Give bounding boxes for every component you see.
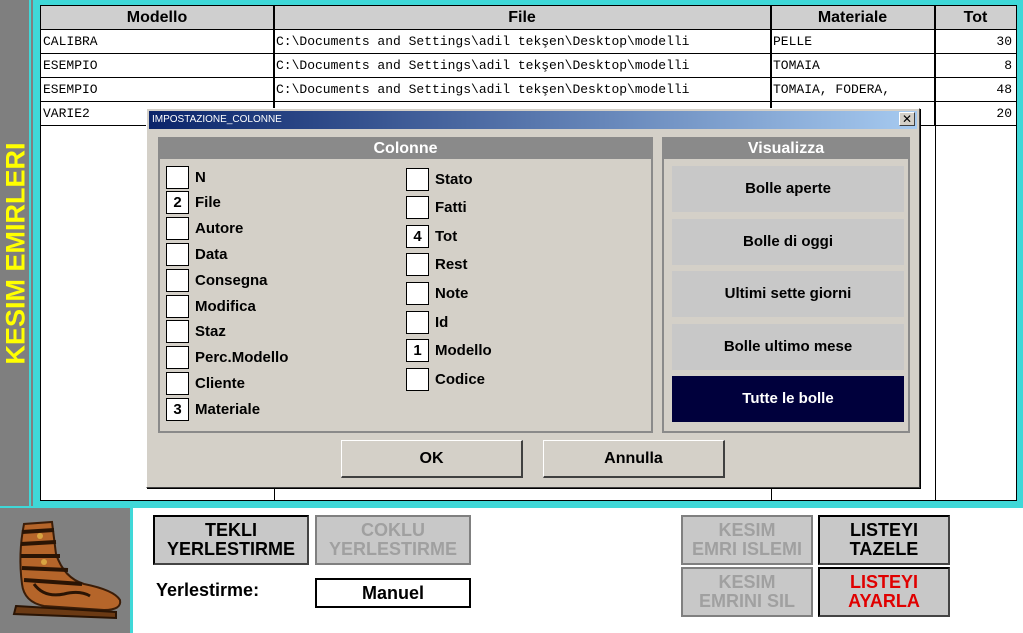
column-option-stato[interactable]: Stato [406,167,473,191]
column-option-cliente[interactable]: Cliente [166,371,245,395]
column-option-staz[interactable]: Staz [166,320,226,344]
column-option-label: Id [435,313,449,331]
column-option-autore[interactable]: Autore [166,217,243,241]
column-option-label: Cliente [195,374,246,392]
view-option-button[interactable]: Bolle aperte [672,166,904,212]
dialog-title-bar: IMPOSTAZIONE_COLONNE [149,111,917,129]
table-cell[interactable]: CALIBRA [41,30,274,54]
table-cell[interactable]: 20 [935,102,1016,126]
column-option-consegna[interactable]: Consegna [166,268,268,292]
column-option-label: Perc.Modello [195,349,289,367]
sandal-icon [12,520,122,620]
column-option-codice[interactable]: Codice [406,367,485,391]
table-cell[interactable]: 48 [935,78,1016,102]
column-option-fatti[interactable]: Fatti [406,196,467,220]
table-cell[interactable]: 8 [935,54,1016,78]
col-header-tot[interactable]: Tot [935,6,1016,30]
column-option-rest[interactable]: Rest [406,253,468,277]
column-option-label: File [195,194,221,212]
placement-mode-field[interactable]: Manuel [315,578,471,608]
column-option-label: Data [195,245,228,263]
single-placement-button[interactable]: TEKLI YERLESTIRME [153,515,309,565]
column-order-box[interactable] [406,167,429,191]
close-icon[interactable]: ✕ [899,112,915,126]
columns-group: Colonne N 2 File Autore Data Consegna Modifica… [158,137,653,433]
logo-area [0,506,133,633]
cut-order-process-button[interactable]: KESIM EMRI ISLEMI [681,515,813,565]
delete-cut-order-button[interactable]: KESIM EMRINI SIL [681,567,813,617]
column-order-box[interactable] [406,310,429,334]
column-option-label: Autore [195,220,244,238]
column-order-box[interactable]: 2 [166,191,189,215]
table-cell[interactable]: PELLE [771,30,935,54]
column-option-materiale[interactable]: 3 Materiale [166,397,260,421]
column-option-label: Consegna [195,271,268,289]
column-option-label: Modifica [195,297,256,315]
column-option-modello[interactable]: 1 Modello [406,339,492,363]
table-cell[interactable]: C:\Documents and Settings\adil tekşen\De… [274,54,771,78]
table-cell[interactable]: TOMAIA, FODERA, [771,78,935,102]
table-cell[interactable]: ESEMPIO [41,78,274,102]
app-title: KESIM EMIRLERI [0,141,31,365]
column-option-label: Rest [435,256,468,274]
col-header-file[interactable]: File [274,6,771,30]
placement-caption: Yerlestirme: [156,580,260,600]
multi-placement-button[interactable]: COKLU YERLESTIRME [315,515,471,565]
view-option-button[interactable]: Bolle ultimo mese [672,323,904,370]
column-option-note[interactable]: Note [406,281,468,305]
view-option-button[interactable]: Bolle di oggi [672,218,904,265]
col-header-materiale[interactable]: Materiale [771,6,935,30]
column-order-box[interactable] [166,217,189,241]
view-header: Visualizza [664,139,908,159]
column-option-file[interactable]: 2 File [166,191,221,215]
col-header-modello[interactable]: Modello [41,6,274,30]
table-cell[interactable]: ESEMPIO [41,54,274,78]
column-order-box[interactable] [166,242,189,266]
column-order-box[interactable] [406,281,429,305]
column-option-data[interactable]: Data [166,242,228,266]
column-option-label: Codice [435,370,486,388]
column-option-label: Staz [195,323,226,341]
table-cell[interactable]: TOMAIA [771,54,935,78]
column-order-box[interactable] [406,196,429,220]
column-option-label: Tot [435,227,458,245]
column-option-n[interactable]: N [166,165,206,189]
column-order-box[interactable] [166,165,189,189]
column-order-box[interactable] [166,268,189,292]
adjust-list-button[interactable]: LISTEYI AYARLA [818,567,950,617]
refresh-list-button[interactable]: LISTEYI TAZELE [818,515,950,565]
column-order-box[interactable] [166,294,189,318]
column-order-box[interactable]: 1 [406,339,429,363]
ok-button[interactable]: OK [341,440,523,478]
column-order-box[interactable] [166,371,189,395]
column-order-box[interactable] [406,367,429,391]
column-order-box[interactable]: 3 [166,397,189,421]
column-order-box[interactable] [406,253,429,277]
view-group: Visualizza Bolle aperte Bolle di oggi Ulti… [662,137,910,433]
column-option-label: Modello [435,342,492,360]
column-option-label: N [195,168,206,186]
vertical-title: KESIM EMIRLERI [0,0,31,506]
column-order-box[interactable]: 4 [406,224,429,248]
column-option-tot[interactable]: 4 Tot [406,224,457,248]
column-settings-dialog: IMPOSTAZIONE_COLONNE ✕ Colonne N 2 File Aut… [146,108,920,488]
column-option-label: Note [435,284,469,302]
table-cell[interactable]: C:\Documents and Settings\adil tekşen\De… [274,30,771,54]
cancel-button[interactable]: Annulla [543,440,725,478]
column-order-box[interactable] [166,346,189,370]
columns-header: Colonne [160,139,651,159]
column-option-label: Stato [435,170,473,188]
table-cell[interactable]: 30 [935,30,1016,54]
column-option-id[interactable]: Id [406,310,448,334]
dialog-title: IMPOSTAZIONE_COLONNE [152,114,282,125]
table-cell[interactable]: C:\Documents and Settings\adil tekşen\De… [274,78,771,102]
column-order-box[interactable] [166,320,189,344]
column-option-label: Materiale [195,400,261,418]
view-option-button[interactable]: Tutte le bolle [672,376,904,422]
view-option-button[interactable]: Ultimi sette giorni [672,271,904,317]
column-option-perc-modello[interactable]: Perc.Modello [166,346,288,370]
column-option-label: Fatti [435,199,467,217]
column-option-modifica[interactable]: Modifica [166,294,256,318]
